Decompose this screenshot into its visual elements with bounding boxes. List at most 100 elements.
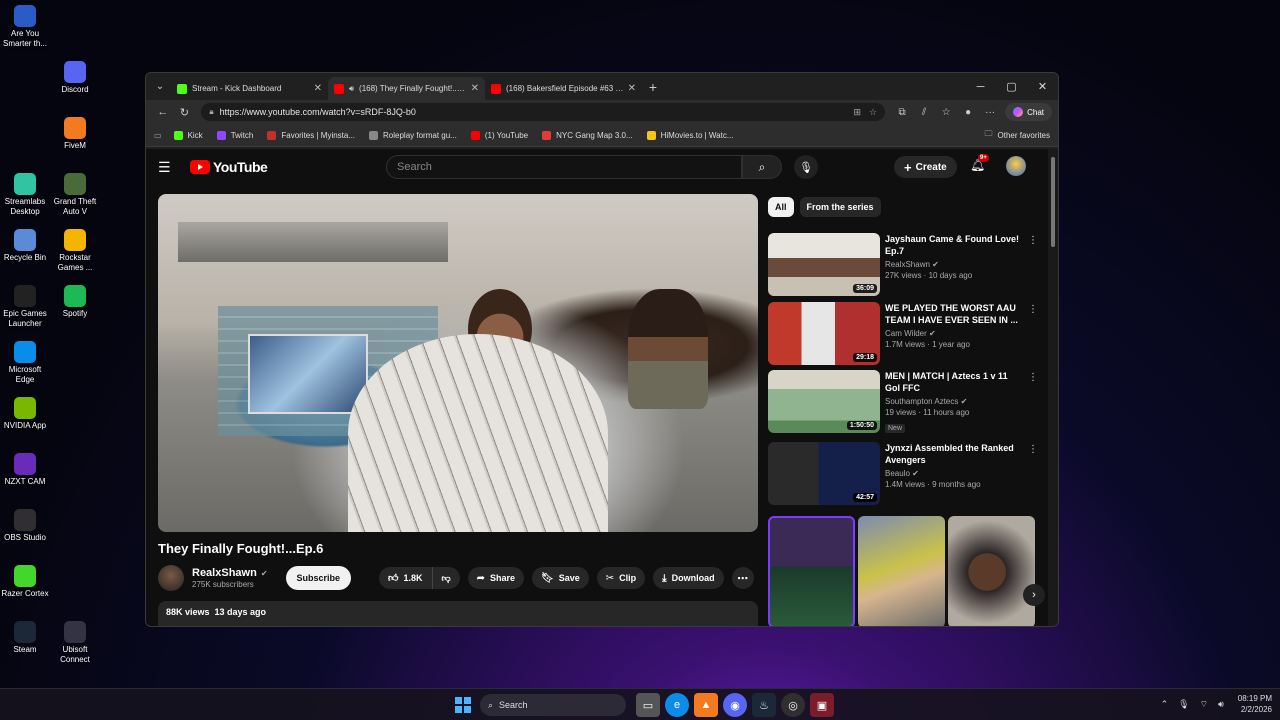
desktop-icon[interactable]: Ubisoft Connect (50, 621, 100, 665)
clip-button[interactable]: ✂ Clip (596, 567, 646, 589)
microphone-icon[interactable]: 🎙︎ (1178, 699, 1189, 710)
minimize-icon[interactable]: ─ (965, 73, 996, 100)
desktop-icon[interactable]: Grand Theft Auto V (50, 173, 100, 217)
desktop-icon[interactable]: Razer Cortex (0, 565, 50, 599)
favorite-star-icon[interactable]: ☆ (869, 107, 877, 118)
new-tab-icon[interactable]: + (642, 79, 664, 95)
search-icon[interactable]: ⌕ (742, 155, 782, 179)
desktop-icon[interactable]: Epic Games Launcher (0, 285, 50, 329)
favorite-link[interactable]: Roleplay format gu... (369, 130, 457, 140)
discord-taskbar-icon[interactable]: ◉ (723, 693, 747, 717)
more-options-icon[interactable]: ⋮ (1028, 235, 1038, 246)
clock[interactable]: 08:19 PM 2/2/2026 (1238, 693, 1272, 715)
channel-avatar[interactable] (158, 565, 184, 591)
steam-taskbar-icon[interactable]: ♨ (752, 693, 776, 717)
video-thumbnail[interactable]: 29:18 (768, 302, 880, 365)
app-taskbar-icon[interactable]: ▣ (810, 693, 834, 717)
fivem-taskbar-icon[interactable]: ▲ (694, 693, 718, 717)
desktop-icon[interactable]: OBS Studio (0, 509, 50, 543)
desktop-icon[interactable]: Discord (50, 61, 100, 95)
recommended-video[interactable]: 36:09 Jayshaun Came & Found Love! Ep.7 Rea… (768, 233, 1048, 297)
subscribe-button[interactable]: Subscribe (285, 566, 352, 590)
hamburger-menu-icon[interactable]: ☰ (158, 159, 182, 176)
channel-name-link[interactable]: RealxShawn ✔ (192, 567, 268, 579)
close-tab-icon[interactable]: ✕ (471, 83, 479, 94)
split-screen-icon[interactable]: ⫽ (913, 107, 935, 118)
video-player[interactable] (158, 194, 758, 532)
more-options-icon[interactable]: ⋮ (1028, 304, 1038, 315)
lock-icon[interactable]: 🔒︎ (209, 107, 213, 117)
desktop-icon[interactable]: Streamlabs Desktop (0, 173, 50, 217)
windows-start-icon[interactable] (452, 694, 474, 716)
create-button[interactable]: + Create (894, 156, 957, 178)
short-thumbnail[interactable] (948, 516, 1035, 626)
account-avatar[interactable] (1006, 156, 1026, 176)
desktop-icon[interactable]: Rockstar Games ... (50, 229, 100, 273)
favorite-link[interactable]: (1) YouTube (470, 130, 528, 140)
youtube-search-input[interactable]: Search (386, 155, 742, 179)
desktop-icon[interactable]: Steam (0, 621, 50, 655)
taskbar-search[interactable]: ⌕ Search (480, 694, 626, 716)
refresh-icon[interactable]: ↻ (174, 106, 196, 119)
video-title[interactable]: WE PLAYED THE WORST AAU TEAM I HAVE EVER… (885, 302, 1025, 326)
desktop-icon[interactable]: Microsoft Edge (0, 341, 50, 385)
description-box[interactable]: 88K views 13 days ago (158, 601, 758, 626)
microphone-icon[interactable]: 🎙︎ (794, 155, 818, 179)
channel-name[interactable]: RealxShawn ✔ (885, 260, 1025, 269)
recommended-video[interactable]: 29:18 WE PLAYED THE WORST AAU TEAM I HAVE… (768, 302, 1048, 366)
favorite-link[interactable]: Kick (173, 130, 203, 140)
favorite-link[interactable]: Favorites | Myinsta... (267, 130, 355, 140)
channel-name[interactable]: Cam Wilder ✔ (885, 329, 1025, 338)
recommended-video[interactable]: 42:57 Jynxzi Assembled the Ranked Avenger… (768, 442, 1048, 506)
scrollbar-thumb[interactable] (1051, 157, 1055, 247)
desktop-icon[interactable]: Are You Smarter th... (0, 5, 50, 49)
favorite-link[interactable]: Twitch (216, 130, 253, 140)
like-button[interactable]: 👍︎ 1.8K (379, 567, 433, 589)
desktop-icon[interactable]: Recycle Bin (0, 229, 50, 263)
copilot-chat-button[interactable]: Chat (1005, 103, 1053, 121)
url-text[interactable]: https://www.youtube.com/watch?v=sRDF-8JQ… (220, 107, 846, 117)
more-icon[interactable]: ··· (979, 107, 1001, 118)
channel-name[interactable]: Beaulo ✔ (885, 469, 1025, 478)
short-thumbnail[interactable] (858, 516, 945, 626)
dislike-button[interactable]: 👎︎ (433, 567, 460, 589)
address-bar[interactable]: 🔒︎ https://www.youtube.com/watch?v=sRDF-… (201, 103, 886, 121)
more-options-icon[interactable]: ⋮ (1028, 372, 1038, 383)
task-view-icon[interactable]: ▭ (636, 693, 660, 717)
speaker-icon[interactable]: 🔊︎ (349, 84, 354, 94)
chevron-up-icon[interactable]: ⌃ (1161, 699, 1169, 710)
close-tab-icon[interactable]: ✕ (314, 83, 322, 94)
notifications-bell-icon[interactable]: 🔔︎ 9+ (970, 154, 989, 172)
save-button[interactable]: 🔖︎ Save (532, 567, 589, 589)
page-scrollbar[interactable] (1048, 149, 1058, 626)
volume-icon[interactable]: 🔊︎ (1218, 699, 1224, 710)
chevron-right-icon[interactable]: › (1023, 584, 1045, 606)
share-button[interactable]: ➦ Share (467, 567, 525, 589)
other-favorites-folder[interactable]: 🗀︎ Other favorites (985, 128, 1050, 142)
youtube-logo[interactable]: YouTube (190, 159, 268, 175)
wifi-icon[interactable]: ⌔ (1200, 699, 1208, 710)
close-tab-icon[interactable]: ✕ (628, 83, 636, 94)
download-button[interactable]: ⤓ Download (653, 567, 724, 589)
tab-bakersfield[interactable]: (168) Bakersfield Episode #63 FCM ✕ (485, 77, 642, 100)
collections-icon[interactable]: ▭ (154, 131, 162, 140)
video-title[interactable]: MEN | MATCH | Aztecs 1 v 11 Gol FFC (885, 370, 1025, 394)
video-title[interactable]: Jynxzi Assembled the Ranked Avengers (885, 442, 1025, 466)
more-actions-icon[interactable]: ⋯ (731, 567, 754, 589)
video-title[interactable]: Jayshaun Came & Found Love! Ep.7 (885, 233, 1025, 257)
back-icon[interactable]: ← (152, 106, 174, 118)
apps-icon[interactable]: ⊞ (853, 107, 861, 118)
video-thumbnail[interactable]: 36:09 (768, 233, 880, 296)
chip-all[interactable]: All (768, 197, 794, 217)
channel-name[interactable]: Southampton Aztecs ✔ (885, 397, 1025, 406)
desktop-icon[interactable]: NZXT CAM (0, 453, 50, 487)
desktop-icon[interactable]: NVIDIA App (0, 397, 50, 431)
favorites-icon[interactable]: ☆ (935, 107, 957, 118)
obs-taskbar-icon[interactable]: ◎ (781, 693, 805, 717)
tab-youtube-video[interactable]: 🔊︎ (168) They Finally Fought!...Ep ✕ (328, 77, 485, 100)
favorite-link[interactable]: HiMovies.to | Watc... (646, 130, 734, 140)
favorite-link[interactable]: NYC Gang Map 3.0... (542, 130, 633, 140)
desktop-icon[interactable]: Spotify (50, 285, 100, 319)
close-window-icon[interactable]: ✕ (1027, 73, 1058, 100)
profile-icon[interactable]: ● (957, 107, 979, 118)
